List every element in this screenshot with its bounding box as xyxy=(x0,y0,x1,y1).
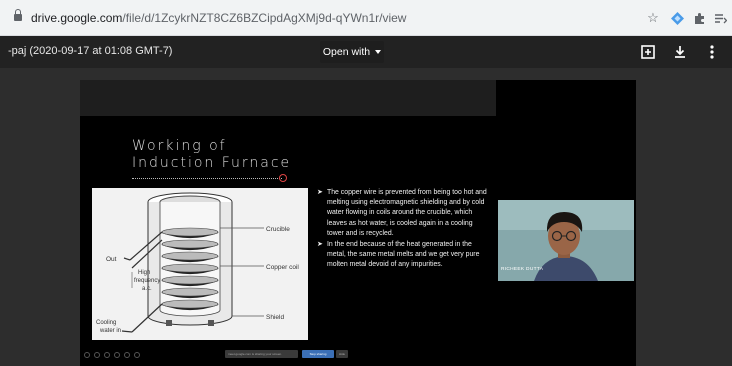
lock-icon[interactable] xyxy=(14,9,22,22)
slide-bullet: ➤ In the end because of the heat generate… xyxy=(317,240,487,271)
file-title: -paj (2020-09-17 at 01:08 GMT-7) xyxy=(8,45,173,57)
diagram-label-out: Out xyxy=(106,256,117,263)
induction-furnace-diagram: Crucible Copper coil Shield Out High fre… xyxy=(92,188,308,340)
slide-header-band xyxy=(80,80,496,116)
diagram-label-cooling: Cooling xyxy=(96,320,116,326)
prev-slide-icon[interactable] xyxy=(84,352,90,358)
stop-sharing-button[interactable]: Stop sharing xyxy=(302,350,334,358)
diagram-label-ac: a.c. xyxy=(142,286,152,292)
diagram-label-high: High xyxy=(138,270,150,276)
title-underline-dot xyxy=(279,174,287,182)
next-slide-icon[interactable] xyxy=(94,352,100,358)
reading-list-icon[interactable] xyxy=(711,9,729,27)
diagram-label-water-in: water in xyxy=(99,328,121,334)
zoom-icon[interactable] xyxy=(124,352,130,358)
pen-icon[interactable] xyxy=(104,352,110,358)
presentation-slide: Working of Induction Furnace Crucible Co… xyxy=(80,116,496,366)
video-player[interactable]: Working of Induction Furnace Crucible Co… xyxy=(80,80,636,366)
participant-name: RICHEEK DUTTA xyxy=(501,267,544,272)
viewer-stage: Working of Induction Furnace Crucible Co… xyxy=(0,68,732,366)
diagram-label-crucible: Crucible xyxy=(266,226,290,233)
open-with-label: Open with xyxy=(322,46,371,58)
open-with-button[interactable]: Open with xyxy=(320,41,384,63)
slide-bullet-list: ➤ The copper wire is prevented from being… xyxy=(317,188,487,272)
add-to-drive-icon[interactable] xyxy=(639,43,657,61)
slide-title: Working of Induction Furnace xyxy=(132,138,291,172)
more-options-icon[interactable] xyxy=(134,352,140,358)
slide-title-line2: Induction Furnace xyxy=(132,155,292,171)
more-vert-icon[interactable] xyxy=(703,43,721,61)
puzzle-icon[interactable] xyxy=(690,9,708,27)
slide-bullet-text: In the end because of the heat generated… xyxy=(327,241,480,269)
slide-bullet: ➤ The copper wire is prevented from being… xyxy=(317,188,487,239)
browser-address-bar: drive.google.com/file/d/1ZcykrNZT8CZ6BZC… xyxy=(0,0,732,36)
participant-webcam: RICHEEK DUTTA xyxy=(498,200,634,281)
extension-diamond-icon[interactable] xyxy=(668,9,686,27)
title-underline xyxy=(132,178,282,179)
file-viewer-toolbar: -paj (2020-09-17 at 01:08 GMT-7) Open wi… xyxy=(0,36,732,68)
slides-grid-icon[interactable] xyxy=(114,352,120,358)
diagram-label-frequency: frequency xyxy=(134,278,160,284)
diagram-label-shield: Shield xyxy=(266,314,284,321)
diagram-label-copper-coil: Copper coil xyxy=(266,264,299,271)
bullet-arrow-icon: ➤ xyxy=(317,189,323,196)
bullet-arrow-icon: ➤ xyxy=(317,241,323,249)
slide-bullet-text: The copper wire is prevented from being … xyxy=(327,189,487,237)
download-icon[interactable] xyxy=(671,43,689,61)
star-icon[interactable]: ☆ xyxy=(644,9,662,27)
slide-title-line1: Working of xyxy=(132,138,227,154)
slide-controls: meet.google.com is sharing your screen. … xyxy=(80,344,496,366)
screen-share-notice: meet.google.com is sharing your screen. xyxy=(225,350,298,358)
chevron-down-icon xyxy=(375,50,382,54)
hide-button[interactable]: Hide xyxy=(336,350,348,358)
url-field[interactable]: drive.google.com/file/d/1ZcykrNZT8CZ6BZC… xyxy=(31,11,406,25)
